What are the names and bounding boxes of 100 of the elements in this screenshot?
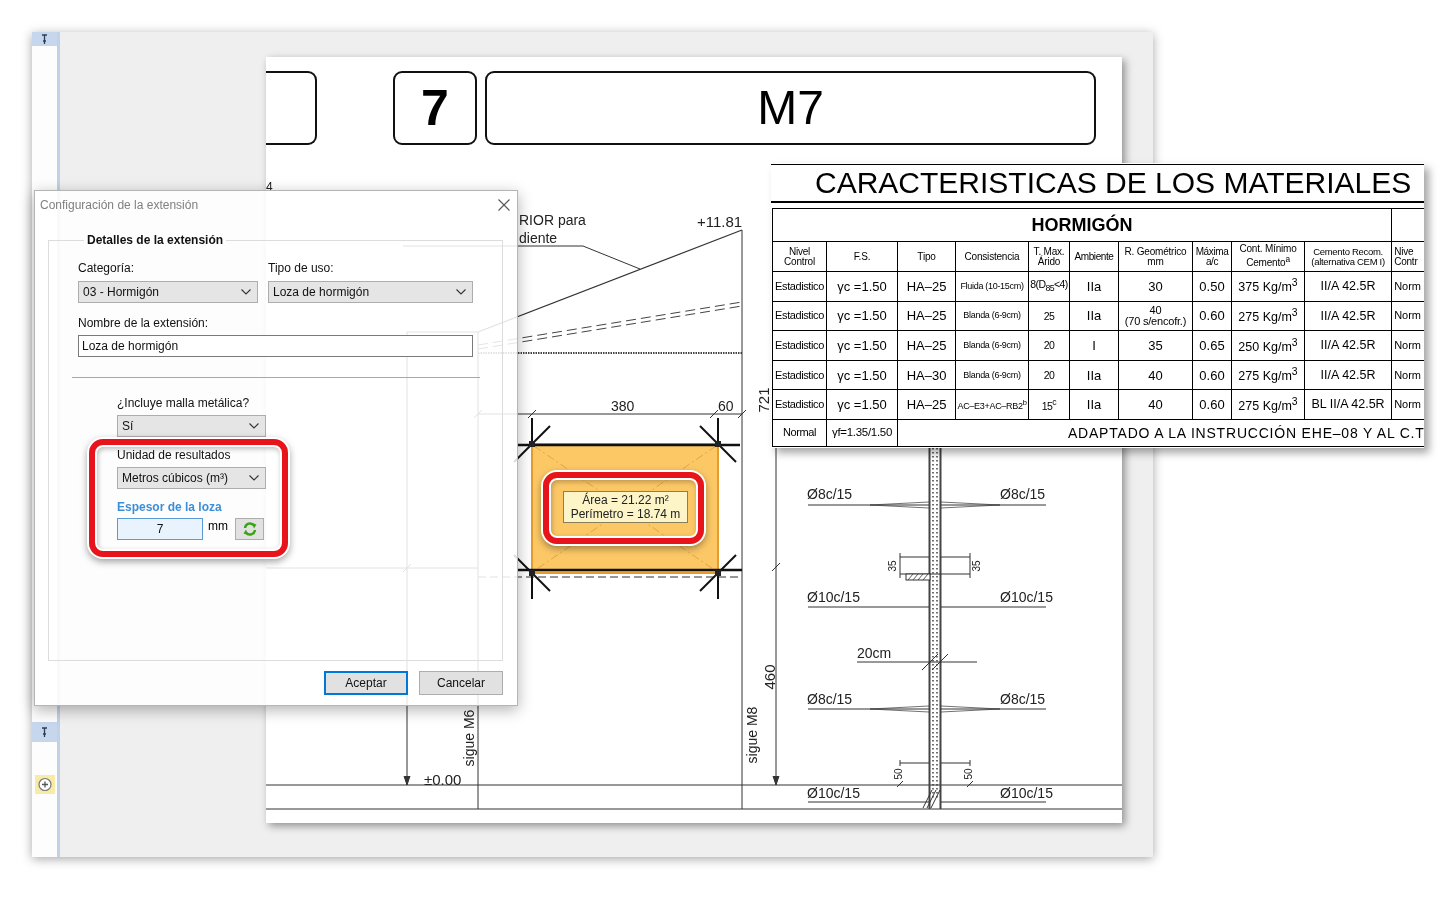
table-cell: Blanda (6-9cm)	[955, 330, 1029, 361]
thickness-input[interactable]: 7	[117, 518, 203, 540]
dimension-label: 50	[964, 768, 974, 780]
column-header: R. Geométrico mm	[1118, 241, 1193, 272]
table-cell: 30	[1118, 271, 1193, 302]
chevron-down-icon	[241, 289, 251, 295]
table-cell: γf=1.35/1.50	[826, 419, 898, 447]
result-unit-label: Unidad de resultados	[117, 448, 231, 462]
table-cell: γc =1.50	[826, 330, 898, 361]
table-cell: 15$^{c}$	[1028, 389, 1070, 420]
accept-button[interactable]: Aceptar	[324, 671, 408, 695]
rebar-label: Ø8c/15	[807, 487, 853, 501]
dimension-label: 50	[894, 768, 904, 780]
chevron-down-icon	[456, 289, 466, 295]
table-cell: Blanda (6-9cm)	[955, 360, 1029, 390]
level-label: ±0.00	[424, 772, 462, 787]
table-cell: γc =1.50	[826, 360, 898, 390]
add-icon[interactable]	[34, 775, 55, 794]
refresh-icon	[241, 521, 258, 537]
column-header: Tipo	[897, 241, 956, 272]
table-cell: 25	[1028, 301, 1070, 331]
dimension-label: 20cm	[857, 646, 892, 660]
table-cell: IIa	[1069, 360, 1119, 390]
table-cell: II/A 42.5R	[1304, 330, 1392, 361]
dimension-label: 60	[718, 399, 734, 413]
table-cell: 40	[1118, 360, 1193, 390]
table-cell: IIa	[1069, 271, 1119, 302]
table-cell: Normal	[772, 419, 827, 447]
column-header: T. Max. Árido	[1028, 241, 1070, 272]
dialog-title: Configuración de la extensión	[40, 198, 199, 212]
ledge-drawing	[899, 552, 971, 581]
mesh-dropdown[interactable]: Sí	[117, 415, 266, 437]
rebar-label: Ø10c/15	[1000, 786, 1053, 800]
table-cell: Estadistico	[772, 360, 827, 390]
table-cell: 35	[1118, 330, 1193, 361]
table-cell: Estadistico	[772, 271, 827, 302]
sheet-number: 7	[393, 71, 477, 145]
table-title: CARACTERISTICAS DE LOS MATERIALES	[771, 164, 1424, 203]
table-cell: Fluida (10-15cm)	[955, 271, 1029, 302]
chevron-down-icon	[249, 475, 259, 481]
dimension-label: 721	[755, 387, 771, 413]
dimension-label: 35	[888, 560, 898, 572]
column-header: Cont. Mínimo Cemento$^{a}$	[1231, 241, 1305, 272]
table-cell: HA–25	[897, 389, 956, 420]
formwork-note: RIOR para diente	[519, 211, 586, 247]
table-cell: 40	[1118, 389, 1193, 420]
rebar-label: Ø10c/15	[1000, 590, 1053, 604]
extension-name-input[interactable]: Loza de hormigón	[78, 335, 473, 357]
table-cell: 40 (70 s/encofr.)	[1118, 301, 1193, 331]
result-unit-dropdown[interactable]: Metros cúbicos (m³)	[117, 467, 266, 489]
table-cell: 275 Kg/m$^{3}$	[1231, 360, 1305, 390]
cancel-button[interactable]: Cancelar	[419, 671, 503, 695]
table-cell: IIa	[1069, 389, 1119, 420]
table-cell: Estadistico	[772, 301, 827, 331]
column-header: Nivel Control	[772, 241, 827, 272]
table-cell: HA–25	[897, 301, 956, 331]
rebar-label: Ø8c/15	[1000, 487, 1046, 501]
table-cell: 0.65	[1192, 330, 1232, 361]
table-cell: 250 Kg/m$^{3}$	[1231, 330, 1305, 361]
continuation-label: sigue M8	[745, 706, 759, 764]
column-header: Máxima a/c	[1192, 241, 1232, 272]
table-cell: BL II/A 42.5R	[1304, 389, 1392, 420]
rebar-label: Ø10c/15	[807, 786, 860, 800]
table-cell: Blanda (6-9cm)	[955, 301, 1029, 331]
category-dropdown[interactable]: 03 - Hormigón	[78, 281, 258, 303]
pin-icon[interactable]	[32, 32, 57, 46]
thickness-label: Espesor de la loza	[117, 500, 222, 514]
table-cell: γc =1.50	[826, 301, 898, 331]
usage-type-label: Tipo de uso:	[268, 261, 334, 275]
table-cell: II/A 42.5R	[1304, 301, 1392, 331]
table-cell: IIa	[1069, 301, 1119, 331]
unit-label: mm	[208, 519, 228, 533]
column-header: Consistencia	[955, 241, 1029, 272]
category-label: Categoría:	[78, 261, 135, 275]
corner-grip-icon[interactable]	[699, 417, 737, 463]
table-cell: 20	[1028, 330, 1070, 361]
corner-grip-icon[interactable]	[699, 554, 737, 600]
rebar-label: Ø10c/15	[807, 590, 860, 604]
table-cell: 275 Kg/m$^{3}$	[1231, 301, 1305, 331]
chevron-down-icon	[249, 423, 259, 429]
table-cell: 0.60	[1192, 389, 1232, 420]
table-cell: Estadistico	[772, 330, 827, 361]
group-title: Detalles de la extensión	[86, 233, 225, 247]
section-header: HORMIGÓN	[772, 208, 1392, 242]
extension-name-label: Nombre de la extensión:	[78, 316, 209, 330]
usage-type-dropdown[interactable]: Loza de hormigón	[268, 281, 473, 303]
table-cell: 0.50	[1192, 271, 1232, 302]
table-cell: AC–E3+AC–RB2$^{b}$	[955, 389, 1029, 420]
table-cell: 20	[1028, 360, 1070, 390]
table-cell: II/A 42.5R	[1304, 271, 1392, 302]
table-cell: HA–30	[897, 360, 956, 390]
close-button[interactable]	[498, 199, 510, 211]
table-cell: γc =1.50	[826, 271, 898, 302]
rebar-label: Ø8c/15	[807, 692, 853, 706]
column-header: Cemento Recom. (alternativa CEM I)	[1304, 241, 1392, 272]
table-cell: HA–25	[897, 271, 956, 302]
pin-icon[interactable]	[32, 722, 57, 742]
table-cell: II/A 42.5R	[1304, 360, 1392, 390]
column-header: F.S.	[826, 241, 898, 272]
table-cell: 275 Kg/m$^{3}$	[1231, 389, 1305, 420]
